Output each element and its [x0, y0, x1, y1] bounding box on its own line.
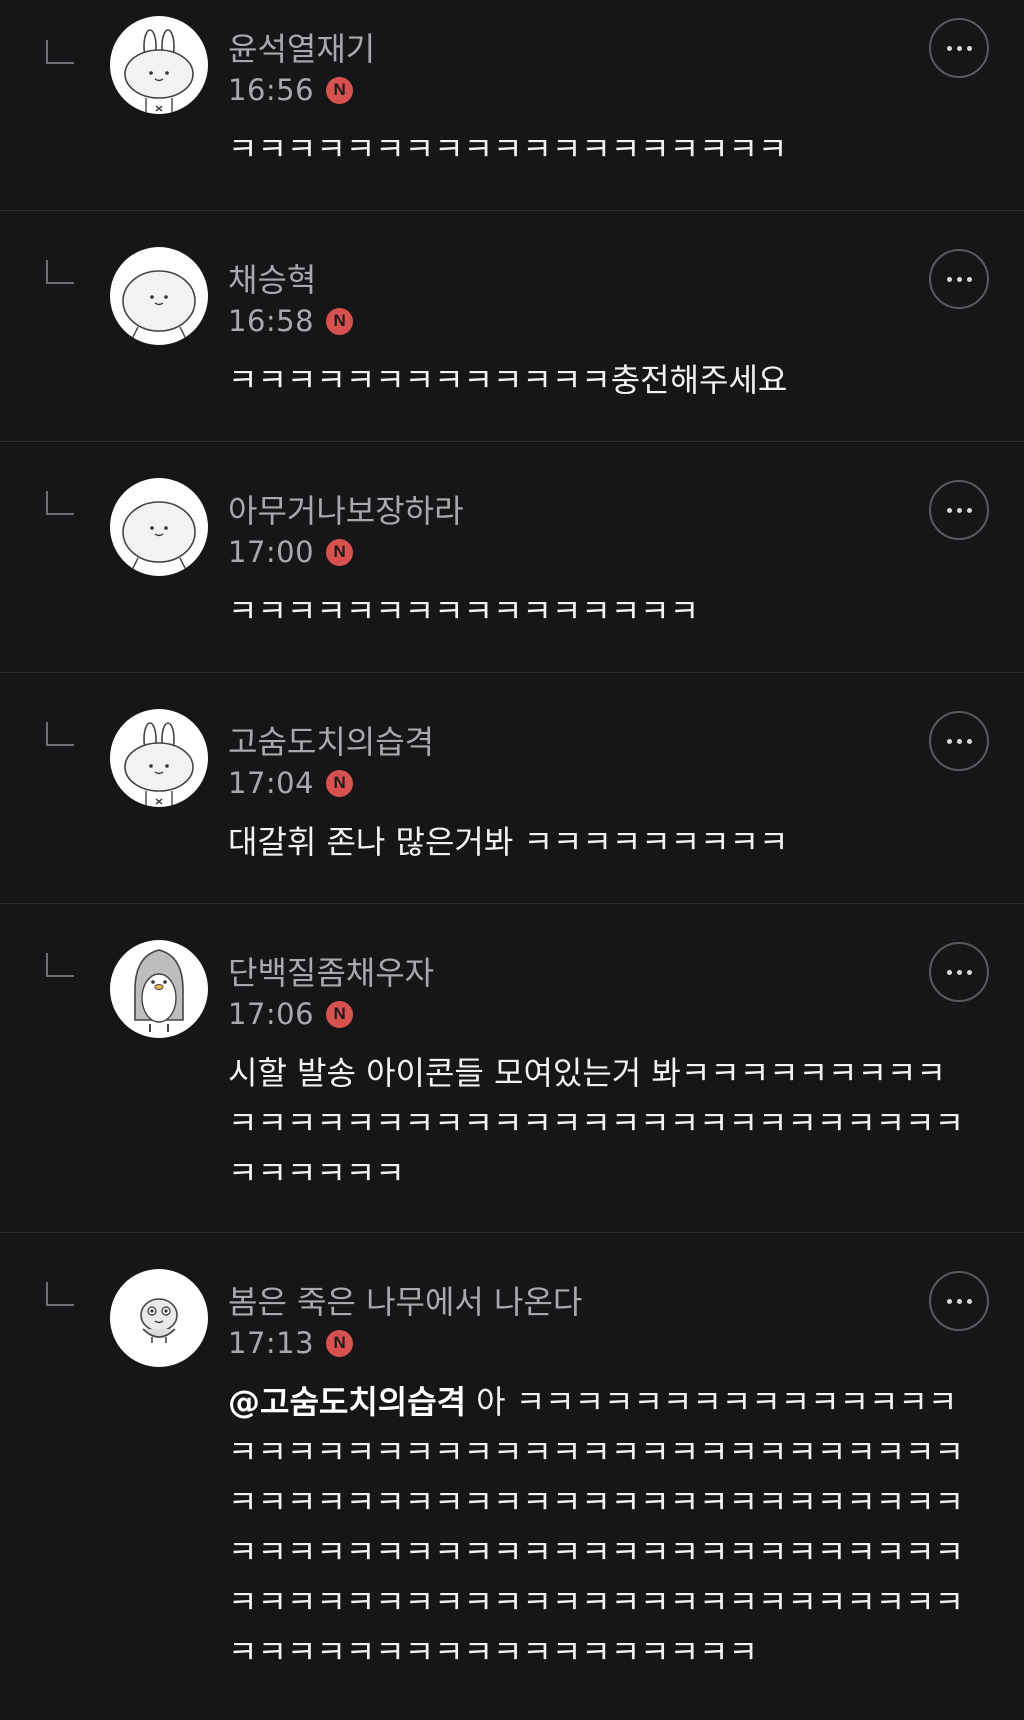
new-badge: N [326, 76, 354, 104]
more-dot-icon [946, 276, 952, 282]
more-dot-icon [946, 969, 952, 975]
comment-meta: 16:58 N [228, 304, 354, 338]
comment-item: 아무거나보장하라 17:00 N ㅋㅋㅋㅋㅋㅋㅋㅋㅋㅋㅋㅋㅋㅋㅋㅋ [0, 442, 1024, 673]
comment-text: 시할 발송 아이콘들 모여있는거 봐ㅋㅋㅋㅋㅋㅋㅋㅋㅋㅋㅋㅋㅋㅋㅋㅋㅋㅋㅋㅋㅋㅋ… [228, 1054, 965, 1192]
avatar[interactable] [110, 1269, 208, 1367]
avatar[interactable] [110, 478, 208, 576]
comment-meta: 17:06 N [228, 997, 354, 1031]
reply-indicator-icon [46, 40, 74, 64]
comment-time: 17:13 [228, 1326, 315, 1360]
comment-author[interactable]: 아무거나보장하라 [228, 486, 464, 532]
rabbit-avatar-icon [110, 709, 208, 807]
more-dot-icon [946, 507, 952, 513]
comment-item: 단백질좀채우자 17:06 N 시할 발송 아이콘들 모여있는거 봐ㅋㅋㅋㅋㅋㅋ… [0, 904, 1024, 1233]
round-face-avatar-icon [110, 478, 208, 576]
round-face-avatar-icon [110, 247, 208, 345]
more-dot-icon [966, 1298, 972, 1304]
more-dot-icon [956, 45, 962, 51]
comment-time: 17:00 [228, 535, 315, 569]
comment-item: 채승혁 16:58 N ㅋㅋㅋㅋㅋㅋㅋㅋㅋㅋㅋㅋㅋ충전해주세요 [0, 211, 1024, 442]
comment-time: 16:56 [228, 73, 315, 107]
bird-avatar-icon [110, 1269, 208, 1367]
avatar[interactable] [110, 16, 208, 114]
more-dot-icon [956, 969, 962, 975]
more-dot-icon [966, 276, 972, 282]
reply-indicator-icon [46, 260, 74, 284]
reply-indicator-icon [46, 722, 74, 746]
comment-author[interactable]: 윤석열재기 [228, 24, 375, 70]
more-options-button[interactable] [929, 18, 989, 78]
comment-author[interactable]: 고숨도치의습격 [228, 717, 434, 763]
more-options-button[interactable] [929, 249, 989, 309]
comment-item: 봄은 죽은 나무에서 나온다 17:13 N @고숨도치의습격 아 ㅋㅋㅋㅋㅋㅋㅋ… [0, 1233, 1024, 1720]
more-dot-icon [956, 738, 962, 744]
comment-text: @고숨도치의습격 아 ㅋㅋㅋㅋㅋㅋㅋㅋㅋㅋㅋㅋㅋㅋㅋㅋㅋㅋㅋㅋㅋㅋㅋㅋㅋㅋㅋㅋㅋㅋ… [228, 1377, 968, 1677]
reply-indicator-icon [46, 491, 74, 515]
more-options-button[interactable] [929, 1271, 989, 1331]
comment-item: 윤석열재기 16:56 N ㅋㅋㅋㅋㅋㅋㅋㅋㅋㅋㅋㅋㅋㅋㅋㅋㅋㅋㅋ [0, 0, 1024, 211]
more-options-button[interactable] [929, 711, 989, 771]
new-badge: N [326, 769, 354, 797]
comment-meta: 17:13 N [228, 1326, 354, 1360]
more-options-button[interactable] [929, 480, 989, 540]
more-dot-icon [946, 45, 952, 51]
comment-text: ㅋㅋㅋㅋㅋㅋㅋㅋㅋㅋㅋㅋㅋ충전해주세요 [228, 361, 788, 399]
more-options-button[interactable] [929, 942, 989, 1002]
comment-author[interactable]: 단백질좀채우자 [228, 948, 434, 994]
reply-indicator-icon [46, 1282, 74, 1306]
comment-meta: 17:04 N [228, 766, 354, 800]
comment-text-content: 아 ㅋㅋㅋㅋㅋㅋㅋㅋㅋㅋㅋㅋㅋㅋㅋㅋㅋㅋㅋㅋㅋㅋㅋㅋㅋㅋㅋㅋㅋㅋㅋㅋㅋㅋㅋㅋㅋㅋ… [228, 1383, 965, 1671]
more-dot-icon [956, 507, 962, 513]
more-dot-icon [946, 1298, 952, 1304]
rabbit-avatar-icon [110, 16, 208, 114]
new-badge: N [326, 307, 354, 335]
new-badge: N [326, 538, 354, 566]
more-dot-icon [946, 738, 952, 744]
comment-author[interactable]: 채승혁 [228, 255, 316, 301]
more-dot-icon [966, 45, 972, 51]
new-badge: N [326, 1329, 354, 1357]
more-dot-icon [966, 738, 972, 744]
new-badge: N [326, 1000, 354, 1028]
comment-author[interactable]: 봄은 죽은 나무에서 나온다 [228, 1277, 582, 1323]
comment-meta: 17:00 N [228, 535, 354, 569]
comment-text: ㅋㅋㅋㅋㅋㅋㅋㅋㅋㅋㅋㅋㅋㅋㅋㅋㅋㅋㅋ [228, 130, 788, 168]
comment-time: 16:58 [228, 304, 315, 338]
avatar[interactable] [110, 709, 208, 807]
comment-time: 17:04 [228, 766, 315, 800]
comment-meta: 16:56 N [228, 73, 354, 107]
comment-item: 고숨도치의습격 17:04 N 대갈휘 존나 많은거봐 ㅋㅋㅋㅋㅋㅋㅋㅋㅋ [0, 673, 1024, 904]
comment-time: 17:06 [228, 997, 315, 1031]
reply-indicator-icon [46, 953, 74, 977]
avatar[interactable] [110, 940, 208, 1038]
mention-link[interactable]: @고숨도치의습격 [228, 1383, 466, 1421]
more-dot-icon [956, 276, 962, 282]
comment-text: ㅋㅋㅋㅋㅋㅋㅋㅋㅋㅋㅋㅋㅋㅋㅋㅋ [228, 592, 700, 630]
penguin-avatar-icon [110, 940, 208, 1038]
comment-text: 대갈휘 존나 많은거봐 ㅋㅋㅋㅋㅋㅋㅋㅋㅋ [228, 823, 789, 861]
more-dot-icon [956, 1298, 962, 1304]
avatar[interactable] [110, 247, 208, 345]
more-dot-icon [966, 507, 972, 513]
more-dot-icon [966, 969, 972, 975]
